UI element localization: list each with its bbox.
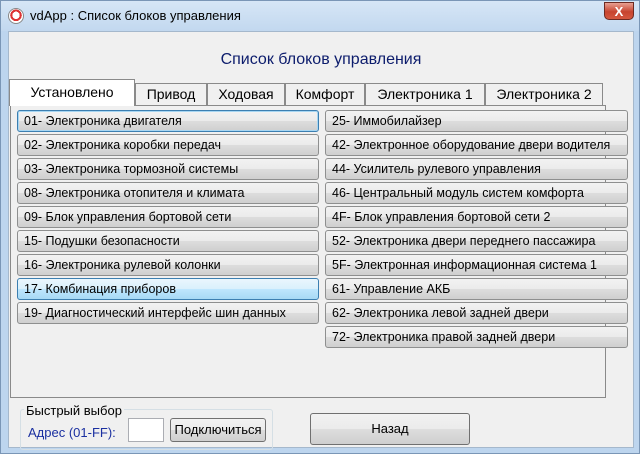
module-button[interactable]: 25- Иммобилайзер <box>325 110 628 132</box>
quick-select-label: Быстрый выбор <box>24 403 124 418</box>
tab-label: Привод <box>146 86 196 102</box>
module-button[interactable]: 16- Электроника рулевой колонки <box>17 254 319 276</box>
module-button[interactable]: 46- Центральный модуль систем комфорта <box>325 182 628 204</box>
tab-chassis[interactable]: Ходовая <box>207 83 285 105</box>
tab-installed[interactable]: Установлено <box>9 79 135 106</box>
module-button[interactable]: 42- Электронное оборудование двери водит… <box>325 134 628 156</box>
close-button[interactable]: X <box>604 2 634 20</box>
tab-label: Установлено <box>30 84 114 100</box>
address-label: Адрес (01-FF): <box>28 425 116 440</box>
module-button[interactable]: 09- Блок управления бортовой сети <box>17 206 319 228</box>
module-button[interactable]: 01- Электроника двигателя <box>17 110 319 132</box>
tab-comfort[interactable]: Комфорт <box>285 83 365 105</box>
module-button[interactable]: 03- Электроника тормозной системы <box>17 158 319 180</box>
tab-label: Комфорт <box>295 86 355 102</box>
module-button[interactable]: 5F- Электронная информационная система 1 <box>325 254 628 276</box>
module-button[interactable]: 15- Подушки безопасности <box>17 230 319 252</box>
tab-label: Электроника 2 <box>496 86 592 102</box>
module-button[interactable]: 52- Электроника двери переднего пассажир… <box>325 230 628 252</box>
title-bar[interactable]: vdApp : Список блоков управления X <box>1 1 639 31</box>
tab-label: Электроника 1 <box>377 86 473 102</box>
module-button[interactable]: 17- Комбинация приборов <box>17 278 319 300</box>
connect-label: Подключиться <box>174 422 262 437</box>
app-icon <box>8 8 24 24</box>
address-input[interactable] <box>128 418 164 442</box>
close-icon: X <box>614 4 624 19</box>
tab-label: Ходовая <box>218 86 274 102</box>
module-button[interactable]: 44- Усилитель рулевого управления <box>325 158 628 180</box>
tab-drive[interactable]: Привод <box>135 83 207 105</box>
window-title: vdApp : Список блоков управления <box>30 8 241 23</box>
connect-button[interactable]: Подключиться <box>170 418 266 442</box>
back-label: Назад <box>371 421 409 436</box>
page-title: Список блоков управления <box>220 51 422 68</box>
module-button[interactable]: 62- Электроника левой задней двери <box>325 302 628 324</box>
dialog-body: Список блоков управления Установлено При… <box>8 31 634 450</box>
module-button[interactable]: 19- Диагностический интерфейс шин данных <box>17 302 319 324</box>
module-button[interactable]: 02- Электроника коробки передач <box>17 134 319 156</box>
modules-panel: 01- Электроника двигателя 02- Электроник… <box>10 105 628 398</box>
back-button[interactable]: Назад <box>310 413 470 445</box>
module-button[interactable]: 4F- Блок управления бортовой сети 2 <box>325 206 628 228</box>
module-button[interactable]: 72- Электроника правой задней двери <box>325 326 628 348</box>
module-button[interactable]: 08- Электроника отопителя и климата <box>17 182 319 204</box>
module-button[interactable]: 61- Управление АКБ <box>325 278 628 300</box>
tab-electronics-2[interactable]: Электроника 2 <box>485 83 603 105</box>
app-window: vdApp : Список блоков управления X Списо… <box>0 0 640 454</box>
tab-electronics-1[interactable]: Электроника 1 <box>365 83 485 105</box>
